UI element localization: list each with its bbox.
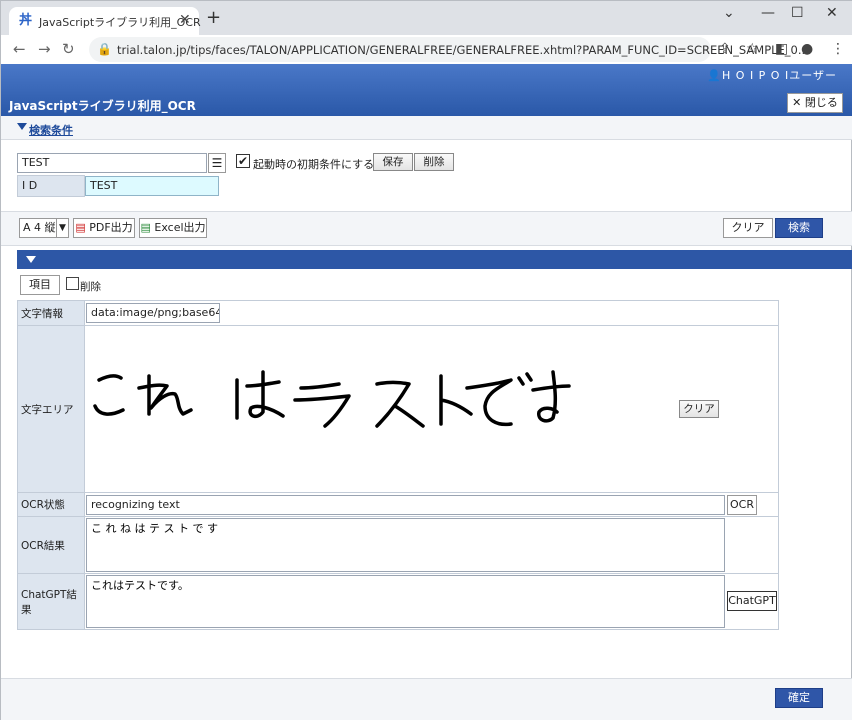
select-arrow-icon: ▼ [56, 219, 68, 237]
dropdown-chevron-icon[interactable]: ⌄ [723, 5, 735, 21]
address-toolbar: ← → ↻ 🔒 trial.talon.jp/tips/faces/TALON/… [1, 35, 852, 64]
collapse-triangle-icon [17, 123, 27, 130]
excel-icon: ▤ [140, 221, 155, 234]
url-text: trial.talon.jp/tips/faces/TALON/APPLICAT… [117, 43, 809, 57]
delete-condition-button[interactable]: 削除 [414, 153, 454, 171]
browser-tab[interactable]: 丼 JavaScriptライブラリ利用_OCR ✕ [9, 7, 201, 35]
condition-list-icon[interactable]: ☰ [208, 153, 226, 173]
save-condition-button[interactable]: 保存 [373, 153, 413, 171]
site-favicon-icon: 丼 [19, 13, 33, 28]
id-label: I D [17, 175, 85, 197]
search-conditions-link[interactable]: 検索条件 [29, 122, 73, 138]
detail-section-header[interactable] [17, 250, 852, 269]
char-info-input[interactable]: data:image/png;base64,iVI [86, 303, 220, 323]
lock-icon: 🔒 [97, 42, 112, 56]
ocr-result-textarea[interactable]: こ れ ね は テ ス ト で す [86, 518, 725, 572]
browser-window: 丼 JavaScriptライブラリ利用_OCR ✕ + ⌄ — ☐ ✕ ← → … [0, 0, 852, 720]
tab-close-icon[interactable]: ✕ [179, 12, 191, 28]
ocr-status-label: OCR状態 [17, 492, 85, 517]
user-name: 👤H O I P O Iユーザー [707, 69, 837, 82]
profile-avatar-icon[interactable]: ● [801, 41, 813, 57]
handwritten-text-drawing [93, 370, 571, 428]
close-page-button[interactable]: ✕ 閉じる [787, 93, 843, 113]
chatgpt-result-label: ChatGPT結果 [17, 573, 85, 630]
search-conditions-header[interactable]: 検索条件 [1, 116, 852, 140]
url-bar[interactable]: 🔒 trial.talon.jp/tips/faces/TALON/APPLIC… [89, 37, 809, 62]
delete-checkbox-label: 削除 [80, 281, 101, 293]
excel-export-button[interactable]: ▤ Excel出力 [139, 218, 207, 238]
tab-strip: 丼 JavaScriptライブラリ利用_OCR ✕ + ⌄ — ☐ ✕ [1, 1, 852, 35]
maximize-icon[interactable]: ☐ [791, 5, 804, 21]
page-title: JavaScriptライブラリ利用_OCR [9, 99, 196, 113]
menu-kebab-icon[interactable]: ⋮ [831, 41, 845, 57]
delete-checkbox[interactable] [66, 277, 79, 290]
ocr-button[interactable]: OCR [727, 495, 757, 515]
footer-bar [1, 678, 852, 720]
char-area-label: 文字エリア [17, 325, 85, 493]
user-icon: 👤 [707, 69, 723, 82]
default-condition-checkbox[interactable]: ✔ [236, 154, 250, 168]
char-info-label: 文字情報 [17, 300, 85, 326]
confirm-button[interactable]: 確定 [775, 688, 823, 708]
share-icon[interactable]: ⇪ [719, 41, 731, 57]
handwriting-canvas[interactable] [87, 328, 667, 488]
reload-icon[interactable]: ↻ [62, 40, 75, 58]
collapse-triangle-icon [26, 256, 36, 263]
clear-button[interactable]: クリア [723, 218, 773, 238]
char-area-clear-button[interactable]: クリア [679, 400, 719, 418]
new-tab-icon[interactable]: + [206, 9, 221, 27]
pdf-icon: ▤ [75, 221, 90, 234]
ocr-result-label: OCR結果 [17, 516, 85, 574]
close-icon: ✕ [792, 96, 805, 109]
id-input[interactable]: TEST [85, 176, 219, 196]
item-button[interactable]: 項目 [20, 275, 60, 295]
side-panel-icon[interactable]: ◧ [775, 41, 788, 57]
search-button[interactable]: 検索 [775, 218, 823, 238]
default-condition-label: 起動時の初期条件にする [253, 158, 375, 171]
pdf-export-button[interactable]: ▤ PDF出力 [73, 218, 135, 238]
condition-name-input[interactable]: TEST [17, 153, 207, 173]
app-header: 👤H O I P O Iユーザー JavaScriptライブラリ利用_OCR ✕… [1, 64, 852, 116]
minimize-icon[interactable]: — [761, 5, 775, 21]
back-icon[interactable]: ← [13, 40, 26, 58]
paper-size-select[interactable]: A 4 縦 ▼ [19, 218, 69, 238]
chatgpt-result-textarea[interactable]: これはテストです。 [86, 575, 725, 628]
forward-icon[interactable]: → [38, 40, 51, 58]
window-close-icon[interactable]: ✕ [826, 5, 838, 21]
bookmark-star-icon[interactable]: ☆ [746, 41, 759, 57]
ocr-status-input[interactable]: recognizing text [86, 495, 725, 515]
tab-title: JavaScriptライブラリ利用_OCR [39, 16, 201, 29]
chatgpt-button[interactable]: ChatGPT [727, 591, 777, 611]
